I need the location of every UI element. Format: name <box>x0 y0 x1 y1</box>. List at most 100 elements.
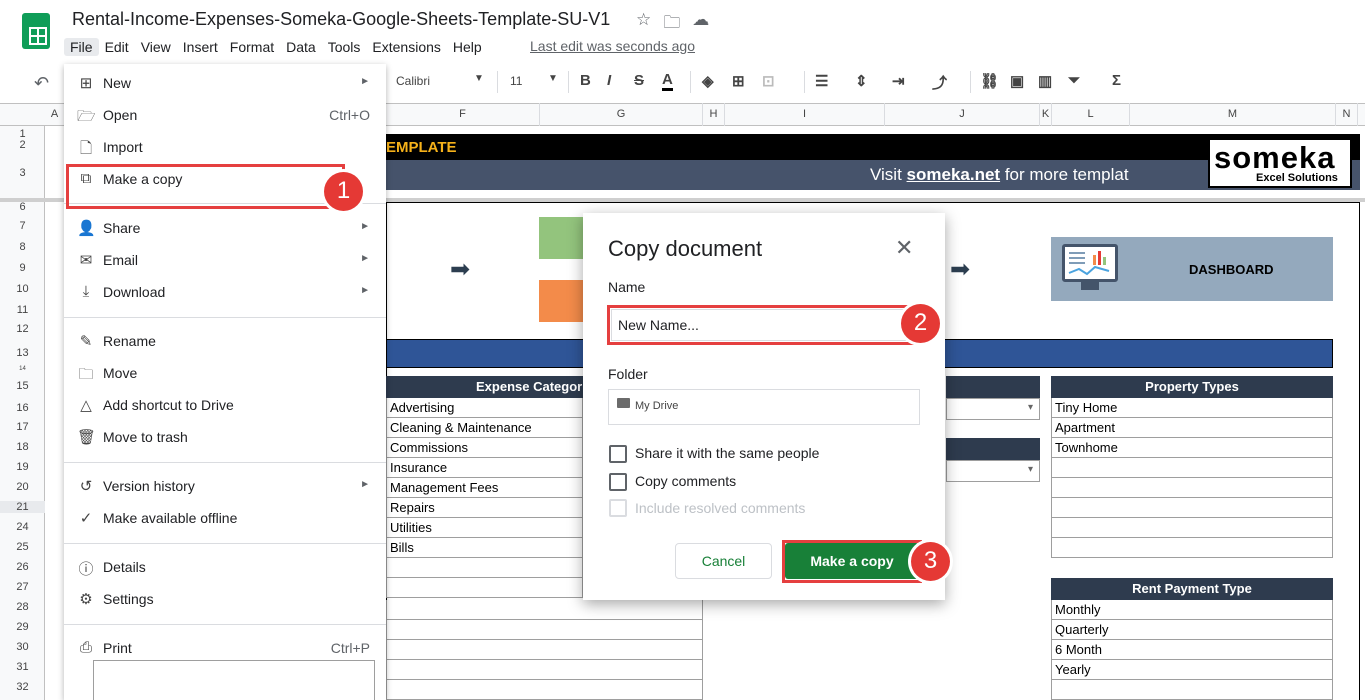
table-cell[interactable] <box>1051 478 1333 498</box>
align-left-icon[interactable]: ☰ <box>815 72 828 90</box>
document-title[interactable]: Rental-Income-Expenses-Someka-Google-She… <box>72 9 610 30</box>
row-number[interactable]: 9 <box>0 262 45 274</box>
row-number[interactable]: 29 <box>0 621 45 633</box>
table-cell[interactable] <box>386 660 703 680</box>
table-cell[interactable]: Bills <box>386 538 583 558</box>
column-header[interactable]: J <box>885 103 1040 126</box>
table-cell[interactable] <box>1051 458 1333 478</box>
star-icon[interactable]: ☆ <box>636 10 651 39</box>
nav-button-green[interactable] <box>539 217 583 259</box>
someka-link[interactable]: someka.net <box>907 165 1001 184</box>
row-number[interactable]: 12 <box>0 323 45 335</box>
text-rotation-icon[interactable]: ⤴ <box>932 72 947 93</box>
table-cell[interactable] <box>1051 680 1333 700</box>
share-checkbox[interactable] <box>609 445 627 463</box>
menu-item-email[interactable]: ✉ Email ► <box>64 244 386 276</box>
column-header[interactable]: M <box>1130 103 1336 126</box>
chevron-down-icon[interactable]: ▼ <box>474 73 484 84</box>
vertical-align-icon[interactable]: ⇕ <box>855 72 868 90</box>
column-header[interactable]: N <box>1336 103 1358 126</box>
row-number[interactable]: 20 <box>0 481 45 493</box>
row-number[interactable]: 27 <box>0 581 45 593</box>
chart-icon[interactable]: ▥ <box>1038 72 1052 90</box>
row-number[interactable]: 3 <box>0 167 45 179</box>
table-cell[interactable] <box>1051 498 1333 518</box>
row-number[interactable]: 31 <box>0 661 45 673</box>
comment-icon[interactable]: ▣ <box>1010 72 1024 90</box>
table-cell[interactable]: Cleaning & Maintenance <box>386 418 583 438</box>
table-cell[interactable] <box>1051 518 1333 538</box>
close-icon[interactable]: ✕ <box>895 235 913 261</box>
menu-item-print[interactable]: ⎙ Print Ctrl+P <box>64 632 386 664</box>
table-cell[interactable] <box>386 680 703 700</box>
chevron-down-icon[interactable]: ▼ <box>548 73 558 84</box>
table-cell[interactable]: Insurance <box>386 458 583 478</box>
cloud-status-icon[interactable]: ☁ <box>692 10 709 39</box>
table-cell[interactable]: Management Fees <box>386 478 583 498</box>
menu-item-version-history[interactable]: ↺ Version history ► <box>64 470 386 502</box>
menu-extensions[interactable]: Extensions <box>366 38 446 56</box>
menu-data[interactable]: Data <box>280 38 322 56</box>
row-number[interactable]: 14 <box>0 366 45 372</box>
menu-item-offline[interactable]: ✓ Make available offline <box>64 502 386 534</box>
column-header[interactable]: A <box>45 103 65 126</box>
table-cell[interactable] <box>386 600 703 620</box>
menu-item-import[interactable]: 🗋 Import <box>64 131 386 163</box>
row-number[interactable]: 21 <box>0 501 45 513</box>
nav-button-orange[interactable] <box>539 280 583 322</box>
dropdown-cell[interactable] <box>946 460 1040 482</box>
row-number[interactable]: 11 <box>0 304 45 316</box>
menu-file[interactable]: File <box>64 38 99 56</box>
table-cell[interactable] <box>386 558 583 578</box>
menu-view[interactable]: View <box>135 38 177 56</box>
menu-item-open[interactable]: 🗁 Open Ctrl+O <box>64 99 386 131</box>
menu-item-settings[interactable]: ⚙ Settings <box>64 583 386 615</box>
menu-help[interactable]: Help <box>447 38 488 56</box>
column-header[interactable]: G <box>540 103 703 126</box>
fill-color-icon[interactable]: ◈ <box>702 72 714 90</box>
table-cell[interactable] <box>386 640 703 660</box>
row-number[interactable]: 30 <box>0 641 45 653</box>
copy-comments-checkbox[interactable] <box>609 473 627 491</box>
menu-tools[interactable]: Tools <box>322 38 367 56</box>
row-number[interactable]: 16 <box>0 402 45 414</box>
table-cell[interactable] <box>386 620 703 640</box>
column-header[interactable]: L <box>1052 103 1130 126</box>
menu-insert[interactable]: Insert <box>177 38 224 56</box>
text-wrap-icon[interactable]: ⇥ <box>892 72 905 90</box>
italic-icon[interactable]: I <box>607 72 611 89</box>
filter-icon[interactable]: ⏷ <box>1068 72 1080 89</box>
row-number[interactable]: 10 <box>0 283 45 295</box>
merge-cells-icon[interactable]: ⊡ <box>762 72 775 90</box>
last-edit-link[interactable]: Last edit was seconds ago <box>530 38 695 54</box>
menu-item-share[interactable]: 👤 Share ► <box>64 212 386 244</box>
share-checkbox-label[interactable]: Share it with the same people <box>635 445 819 461</box>
menu-item-move[interactable]: 🗀 Move <box>64 357 386 389</box>
row-number[interactable]: 17 <box>0 421 45 433</box>
row-number[interactable]: 25 <box>0 541 45 553</box>
menu-item-details[interactable]: ⓘ Details <box>64 551 386 583</box>
menu-item-trash[interactable]: 🗑 Move to trash <box>64 421 386 453</box>
menu-item-add-shortcut[interactable]: △ Add shortcut to Drive <box>64 389 386 421</box>
table-cell[interactable]: Advertising <box>386 398 583 418</box>
table-cell[interactable]: Quarterly <box>1051 620 1333 640</box>
row-number[interactable]: 28 <box>0 601 45 613</box>
text-color-icon[interactable]: A <box>662 72 673 91</box>
move-folder-icon[interactable]: 🗀 <box>663 10 680 39</box>
row-number[interactable]: 24 <box>0 521 45 533</box>
menu-item-new[interactable]: ⊞ New ► <box>64 67 386 99</box>
font-family-select[interactable]: Calibri <box>396 74 430 88</box>
table-cell[interactable]: 6 Month <box>1051 640 1333 660</box>
table-cell[interactable]: Monthly <box>1051 600 1333 620</box>
font-size-select[interactable]: 11 <box>510 74 522 88</box>
table-cell[interactable]: Utilities <box>386 518 583 538</box>
undo-icon[interactable]: ↶ <box>34 73 49 94</box>
borders-icon[interactable]: ⊞ <box>732 72 745 90</box>
sheets-logo[interactable] <box>22 13 50 49</box>
row-number[interactable]: 7 <box>0 220 45 232</box>
column-header[interactable]: F <box>386 103 540 126</box>
table-cell[interactable]: Yearly <box>1051 660 1333 680</box>
table-cell[interactable]: Repairs <box>386 498 583 518</box>
table-cell[interactable]: Apartment <box>1051 418 1333 438</box>
row-number[interactable]: 15 <box>0 380 45 392</box>
